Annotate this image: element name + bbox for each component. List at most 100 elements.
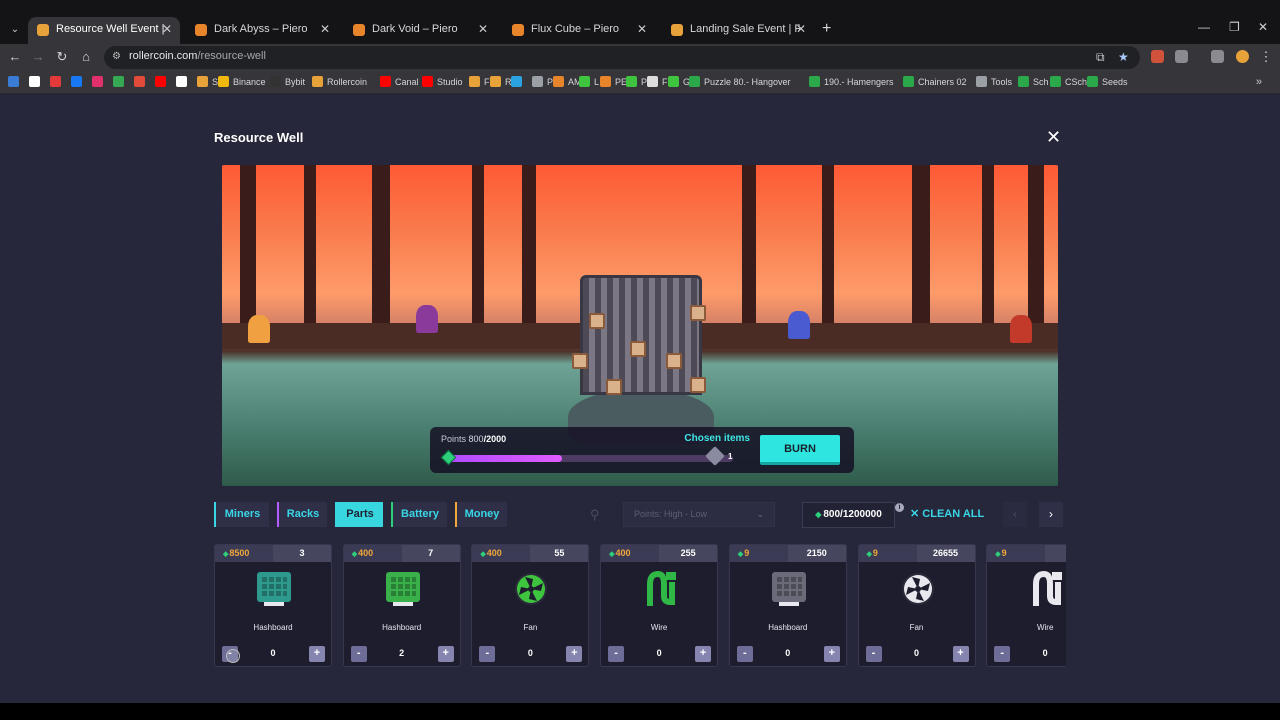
browser-menu-icon[interactable]: ⋮	[1257, 49, 1275, 65]
new-tab-button[interactable]: +	[822, 20, 831, 38]
filter-tab-racks[interactable]: Racks	[277, 502, 327, 527]
url-text[interactable]: rollercoin.com/resource-well	[129, 50, 266, 62]
increment-button[interactable]: +	[437, 646, 454, 662]
next-page-button[interactable]: ›	[1039, 502, 1063, 527]
sort-dropdown[interactable]: Points: High - Low ⌄	[623, 502, 775, 527]
clean-all-button[interactable]: ✕ CLEAN ALL	[910, 507, 984, 520]
part-card[interactable]: ◆9 26655 Fan - 0 +	[857, 544, 976, 667]
bookmark-item[interactable]: Rollercoin	[312, 76, 367, 89]
bookmark-item[interactable]: Tools	[976, 76, 1012, 89]
bookmark-item[interactable]	[155, 76, 170, 89]
bookmark-item[interactable]: F	[647, 76, 668, 89]
burn-button[interactable]: BURN	[760, 435, 840, 465]
site-info-icon[interactable]: ⚙	[112, 51, 124, 63]
part-card[interactable]: ◆400 255 Wire - 0 +	[600, 544, 719, 667]
browser-tab[interactable]: Resource Well Event | RollerCoin✕	[28, 17, 180, 44]
increment-button[interactable]: +	[695, 646, 712, 662]
bookmark-item[interactable]: R	[490, 76, 512, 89]
decrement-button[interactable]: -	[479, 646, 496, 662]
close-icon[interactable]: ✕	[1046, 128, 1061, 146]
home-icon[interactable]: ⌂	[77, 49, 95, 64]
bookmark-item[interactable]	[29, 76, 44, 89]
hammer-icon	[705, 446, 725, 466]
bookmark-item[interactable]: CSch	[1050, 76, 1087, 89]
address-bar[interactable]: ⚙ rollercoin.com/resource-well ⧉ ★	[104, 46, 1140, 69]
bookmark-item[interactable]: Sch	[1018, 76, 1049, 89]
media-controls-icon[interactable]	[1211, 50, 1224, 63]
increment-button[interactable]: +	[823, 646, 840, 662]
chosen-items-label[interactable]: Chosen items	[684, 433, 750, 444]
tab-close-icon[interactable]: ✕	[320, 17, 330, 42]
bookmark-item[interactable]: S	[197, 76, 218, 89]
tab-close-icon[interactable]: ✕	[478, 17, 488, 42]
decrement-button[interactable]: -	[350, 646, 367, 662]
card-name: Fan	[909, 623, 924, 632]
bookmark-item[interactable]: L	[579, 76, 599, 89]
bookmark-item[interactable]: Binance	[218, 76, 266, 89]
browser-tab[interactable]: Dark Void – Piero ✕	[344, 17, 496, 44]
card-quantity: 2150	[787, 545, 846, 562]
filter-tab-miners[interactable]: Miners	[214, 502, 269, 527]
filter-tab-money[interactable]: Money	[455, 502, 507, 527]
bookmark-item[interactable]	[71, 76, 86, 89]
minimize-icon[interactable]: —	[1198, 20, 1210, 34]
bookmark-item[interactable]: P	[532, 76, 553, 89]
part-card[interactable]: ◆400 55 Fan - 0 +	[471, 544, 590, 667]
tab-search-icon[interactable]: ⌄	[6, 22, 24, 38]
part-card[interactable]: ◆8500 3 Hashboard -0 +	[214, 544, 332, 667]
decrement-button[interactable]: -	[608, 646, 625, 662]
back-icon[interactable]: ←	[6, 49, 24, 64]
increment-button[interactable]: +	[566, 646, 583, 662]
decrement-button[interactable]: -	[994, 646, 1011, 662]
more-bookmarks-icon[interactable]: »	[1256, 76, 1262, 88]
search-icon[interactable]: ⚲	[590, 507, 606, 523]
tab-close-icon[interactable]: ✕	[796, 17, 806, 42]
bookmark-item[interactable]: PE	[600, 76, 627, 89]
browser-tab[interactable]: Flux Cube – Piero ✕	[503, 17, 655, 44]
increment-button[interactable]: +	[952, 646, 969, 662]
bookmark-item[interactable]: P	[626, 76, 647, 89]
info-icon[interactable]: i	[895, 503, 904, 512]
tab-close-icon[interactable]: ✕	[637, 17, 647, 42]
bookmark-item[interactable]: Canal	[380, 76, 419, 89]
bookmark-item[interactable]: AM	[553, 76, 582, 89]
bookmark-item[interactable]: Chainers 02	[903, 76, 967, 89]
part-card[interactable]: ◆400 7 Hashboard - 2 +	[342, 544, 461, 667]
part-card[interactable]: ◆9 2150 Hashboard - 0 +	[728, 544, 847, 667]
bookmark-item[interactable]	[511, 76, 526, 89]
bookmark-item[interactable]: Seeds	[1087, 76, 1128, 89]
card-points: ◆8500	[215, 545, 271, 562]
bookmark-item[interactable]	[50, 76, 65, 89]
bookmark-item[interactable]	[8, 76, 23, 89]
profile-avatar[interactable]	[1236, 50, 1249, 63]
restore-icon[interactable]: ❐	[1229, 20, 1240, 34]
prev-page-button[interactable]: ‹	[1003, 502, 1027, 527]
bookmark-item[interactable]: 190.- Hamengers	[809, 76, 894, 89]
tab-close-icon[interactable]: ✕	[162, 17, 172, 42]
install-app-icon[interactable]: ⧉	[1096, 50, 1105, 65]
bookmark-item[interactable]: G	[668, 76, 690, 89]
bookmark-star-icon[interactable]: ★	[1118, 50, 1129, 64]
window-close-icon[interactable]: ✕	[1258, 20, 1268, 34]
filter-tab-parts[interactable]: Parts	[335, 502, 383, 527]
forward-icon[interactable]: →	[29, 49, 47, 64]
bookmark-item[interactable]: Studio	[422, 76, 463, 89]
bookmark-item[interactable]	[176, 76, 191, 89]
increment-button[interactable]: +	[309, 646, 325, 662]
bookmark-item[interactable]	[92, 76, 107, 89]
browser-tab[interactable]: Landing Sale Event | RollerCoin✕	[662, 17, 814, 44]
bookmark-item[interactable]: Puzzle 80.- Hangover	[689, 76, 791, 89]
decrement-button[interactable]: -	[865, 646, 882, 662]
bookmark-item[interactable]: Bybit	[270, 76, 305, 89]
bookmark-favicon-icon	[197, 76, 208, 87]
part-card[interactable]: ◆9Wire-0+	[986, 544, 1066, 667]
bookmark-item[interactable]	[113, 76, 128, 89]
filter-tab-battery[interactable]: Battery	[391, 502, 447, 527]
bookmark-item[interactable]	[134, 76, 149, 89]
browser-tab[interactable]: Dark Abyss – Piero ✕	[186, 17, 338, 44]
decrement-button[interactable]: -	[736, 646, 753, 662]
reload-icon[interactable]: ↻	[53, 49, 71, 65]
extensions-puzzle-icon[interactable]	[1175, 50, 1188, 63]
extension-icon[interactable]	[1151, 50, 1164, 63]
bookmark-item[interactable]: F	[469, 76, 490, 89]
